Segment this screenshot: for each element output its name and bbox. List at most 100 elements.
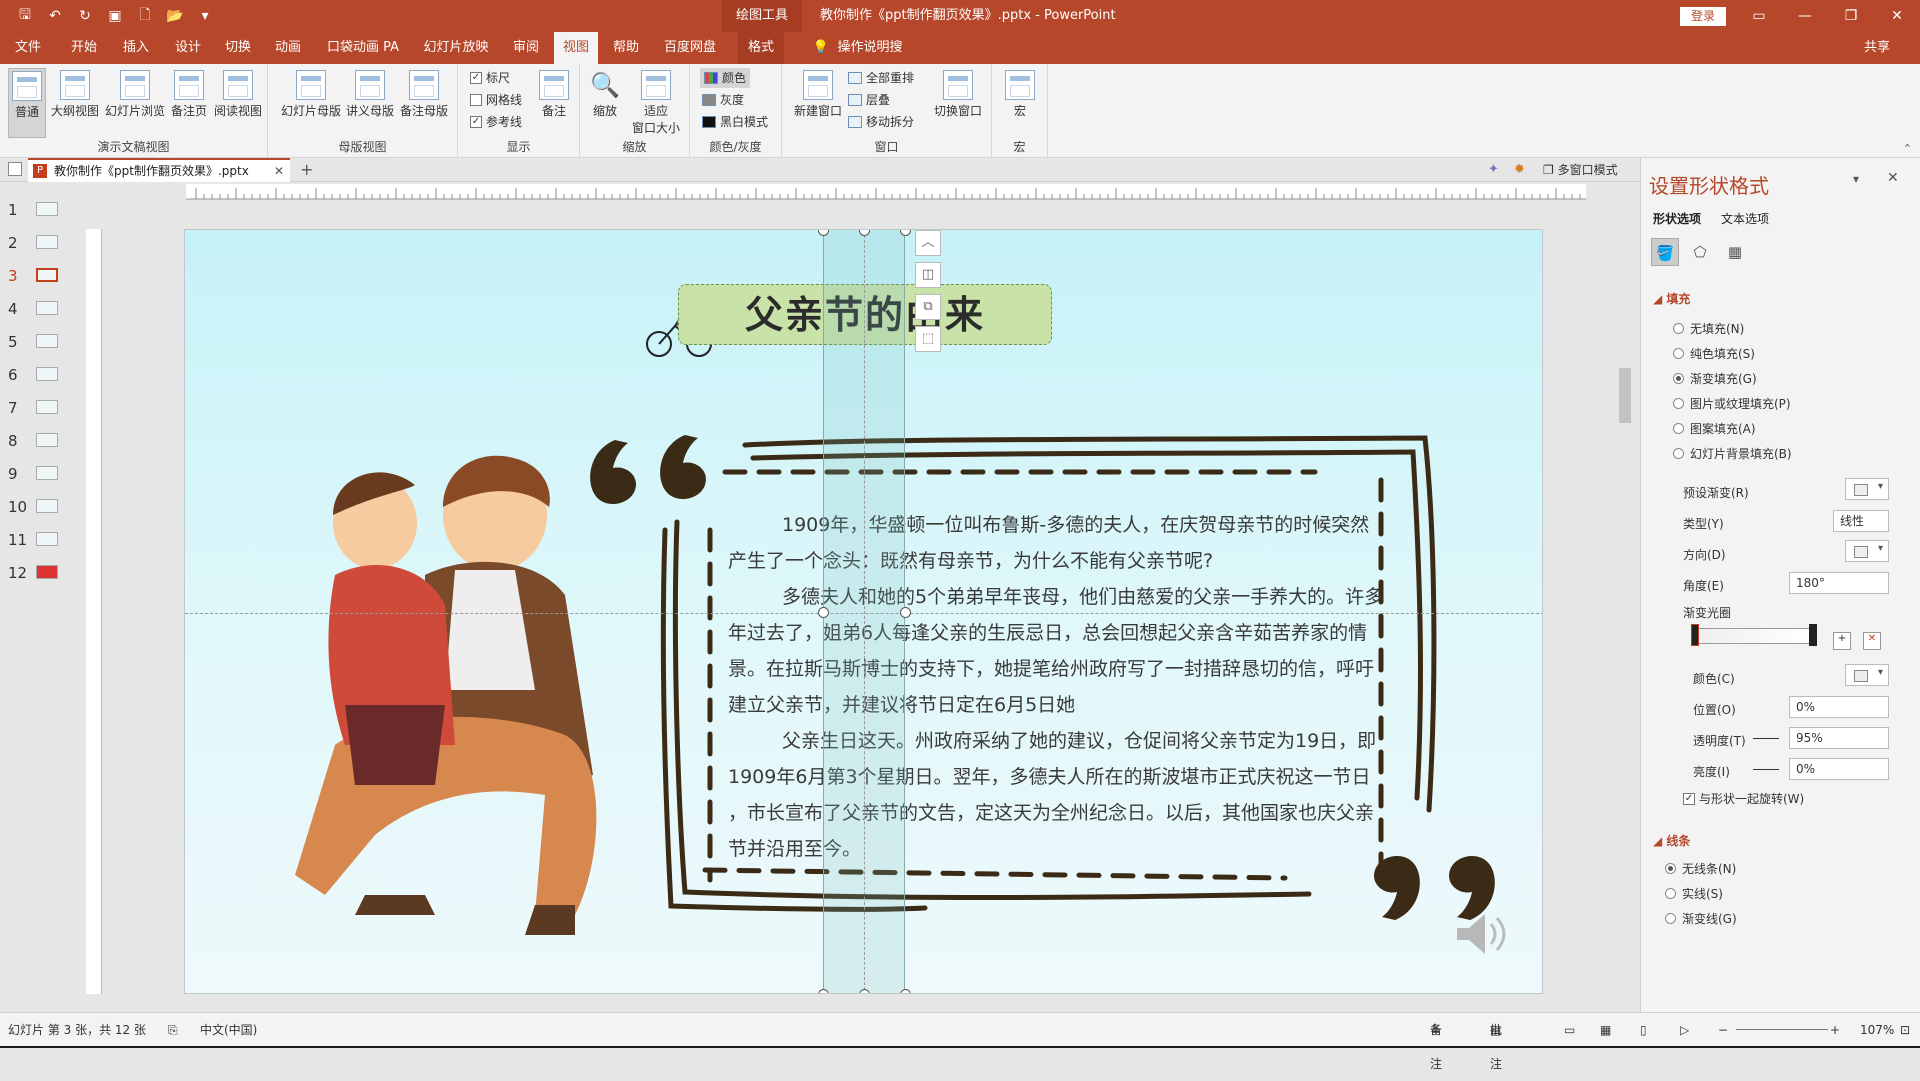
resize-handle[interactable] [818, 607, 829, 618]
remove-stop-icon[interactable]: ✕ [1863, 632, 1881, 650]
multi-window-mode-button[interactable]: ❐ 多窗口模式 [1543, 158, 1618, 182]
slide-thumbnail[interactable]: 10 [0, 493, 70, 519]
cascade-button[interactable]: 层叠 [848, 90, 890, 110]
slideshow-icon[interactable]: ▣ [104, 5, 126, 27]
no-fill-radio[interactable]: 无填充(N) [1673, 320, 1744, 337]
slide-master-button[interactable]: 幻灯片母版 [280, 68, 342, 138]
color-button[interactable]: 颜色 [700, 68, 751, 88]
slide-thumbnail[interactable]: 11 [0, 526, 70, 552]
close-icon[interactable]: ✕ [1874, 0, 1920, 32]
close-tab-icon[interactable]: ✕ [274, 160, 284, 182]
preset-gradient-dropdown[interactable] [1845, 478, 1889, 500]
gradient-stop-handle[interactable] [1691, 624, 1699, 646]
picture-fill-radio[interactable]: 图片或纹理填充(P) [1673, 395, 1791, 412]
slide-thumbnail[interactable]: 7 [0, 394, 70, 420]
slide-thumbnail[interactable]: 4 [0, 295, 70, 321]
no-line-radio[interactable]: 无线条(N) [1665, 860, 1736, 877]
type-dropdown[interactable]: 线性 [1833, 510, 1889, 532]
zoom-slider[interactable] [1736, 1029, 1828, 1030]
guides-checkbox[interactable]: ✓ 参考线 [470, 112, 522, 132]
collapse-ribbon-icon[interactable]: ⌃ [1903, 142, 1912, 155]
arrange-icon[interactable]: ⧉ [915, 294, 941, 320]
macros-button[interactable]: 宏 [1000, 68, 1040, 138]
speaker-icon[interactable] [1449, 904, 1509, 964]
scrollbar-thumb[interactable] [1619, 368, 1631, 423]
tab-transitions[interactable]: 切换 [218, 32, 258, 64]
pattern-fill-radio[interactable]: 图案填充(A) [1673, 420, 1756, 437]
tab-file[interactable]: 文件 [8, 32, 48, 64]
fill-line-icon[interactable]: 🪣 [1651, 238, 1679, 266]
black-white-button[interactable]: 黑白模式 [702, 112, 768, 132]
customize-qat-icon[interactable]: ▾ [194, 5, 216, 27]
tab-pocket-animation[interactable]: 口袋动画 PA [325, 32, 401, 64]
gradient-fill-radio[interactable]: 渐变填充(G) [1673, 370, 1757, 387]
normal-view-button[interactable]: 普通 [8, 68, 46, 138]
solid-line-radio[interactable]: 实线(S) [1665, 885, 1723, 902]
tab-review[interactable]: 审阅 [506, 32, 546, 64]
undo-icon[interactable]: ↶ [44, 5, 66, 27]
language-indicator[interactable]: 中文(中国) [200, 1013, 257, 1047]
brightness-input[interactable]: 0% [1789, 758, 1889, 780]
slide-sorter-button[interactable]: 幻灯片浏览 [104, 68, 166, 138]
new-window-button[interactable]: 新建窗口 [792, 68, 844, 138]
line-section-header[interactable]: ◢ 线条 [1653, 832, 1690, 849]
slide-thumbnail-current[interactable]: 3 [0, 262, 70, 288]
add-stop-icon[interactable]: + [1833, 632, 1851, 650]
zoom-level[interactable]: 107% [1860, 1013, 1894, 1047]
grayscale-button[interactable]: 灰度 [702, 90, 744, 110]
settings-gear-icon[interactable]: ✹ [1514, 162, 1525, 177]
effects-pentagon-icon[interactable]: ⬠ [1686, 238, 1714, 266]
add-tab-button[interactable]: + [300, 158, 313, 182]
gradient-stop-handle[interactable] [1809, 624, 1817, 646]
normal-view-icon[interactable]: ▭ [1564, 1013, 1575, 1047]
reading-view-icon[interactable]: ▯ [1640, 1013, 1647, 1047]
tab-help[interactable]: 帮助 [606, 32, 646, 64]
tab-baidu-netdisk[interactable]: 百度网盘 [660, 32, 720, 64]
accessibility-icon[interactable]: ⎘ [168, 1013, 178, 1047]
collapse-icon[interactable]: ︿ [915, 230, 941, 256]
pin-icon[interactable]: ✦ [1488, 162, 1499, 177]
tab-text-options[interactable]: 文本选项 [1721, 210, 1769, 227]
zoom-out-button[interactable]: − [1718, 1013, 1728, 1047]
restore-icon[interactable]: ❐ [1828, 0, 1874, 32]
handout-master-button[interactable]: 讲义母版 [344, 68, 396, 138]
slideshow-icon[interactable]: ▷ [1680, 1013, 1689, 1047]
slide-thumbnail[interactable]: 6 [0, 361, 70, 387]
tab-home[interactable]: 开始 [64, 32, 104, 64]
save-icon[interactable]: 🖫 [14, 5, 36, 27]
slide-thumbnail[interactable]: 1 [0, 196, 70, 222]
fill-section-header[interactable]: ◢ 填充 [1653, 290, 1690, 307]
resize-handle[interactable] [900, 989, 911, 993]
vertical-guide[interactable] [864, 230, 865, 993]
login-button[interactable]: 登录 [1680, 7, 1726, 26]
tab-shape-options[interactable]: 形状选项 [1653, 210, 1701, 227]
notes-button[interactable]: 备注 [536, 68, 572, 138]
slide-thumbnail[interactable]: 5 [0, 328, 70, 354]
tab-animations[interactable]: 动画 [268, 32, 308, 64]
resize-handle[interactable] [900, 607, 911, 618]
slide-sorter-icon[interactable]: ▦ [1600, 1013, 1611, 1047]
color-picker-dropdown[interactable] [1845, 664, 1889, 686]
outline-view-button[interactable]: 大纲视图 [50, 68, 100, 138]
fit-slide-icon[interactable]: ⊡ [1900, 1013, 1910, 1047]
ribbon-display-icon[interactable]: ▭ [1736, 0, 1782, 32]
fit-to-window-button[interactable]: 适应 窗口大小 [628, 68, 684, 138]
vertical-ruler[interactable] [86, 229, 102, 994]
solid-fill-radio[interactable]: 纯色填充(S) [1673, 345, 1755, 362]
tab-insert[interactable]: 插入 [116, 32, 156, 64]
vertical-scrollbar[interactable] [1616, 188, 1634, 994]
rotate-with-shape-checkbox[interactable]: ✓ 与形状一起旋转(W) [1683, 789, 1804, 809]
new-file-icon[interactable]: 🗋 [134, 5, 156, 27]
slide-canvas[interactable]: 父亲节的由来 1909年，华盛顿一位叫布鲁斯-多德的夫人，在庆贺母亲节的时候突然… [184, 229, 1543, 994]
crop-icon[interactable]: ⬚ [915, 326, 941, 352]
slide-thumbnail[interactable]: 8 [0, 427, 70, 453]
angle-input[interactable]: 180° [1789, 572, 1889, 594]
gradient-stops-bar[interactable] [1693, 628, 1813, 644]
tab-view[interactable]: 视图 [554, 32, 598, 64]
gradient-line-radio[interactable]: 渐变线(G) [1665, 910, 1737, 927]
arrange-all-button[interactable]: 全部重排 [848, 68, 914, 88]
gridlines-checkbox[interactable]: 网格线 [470, 90, 522, 110]
layout-options-icon[interactable]: ◫ [915, 262, 941, 288]
close-pane-icon[interactable]: ✕ [1887, 170, 1899, 186]
notes-page-button[interactable]: 备注页 [168, 68, 210, 138]
